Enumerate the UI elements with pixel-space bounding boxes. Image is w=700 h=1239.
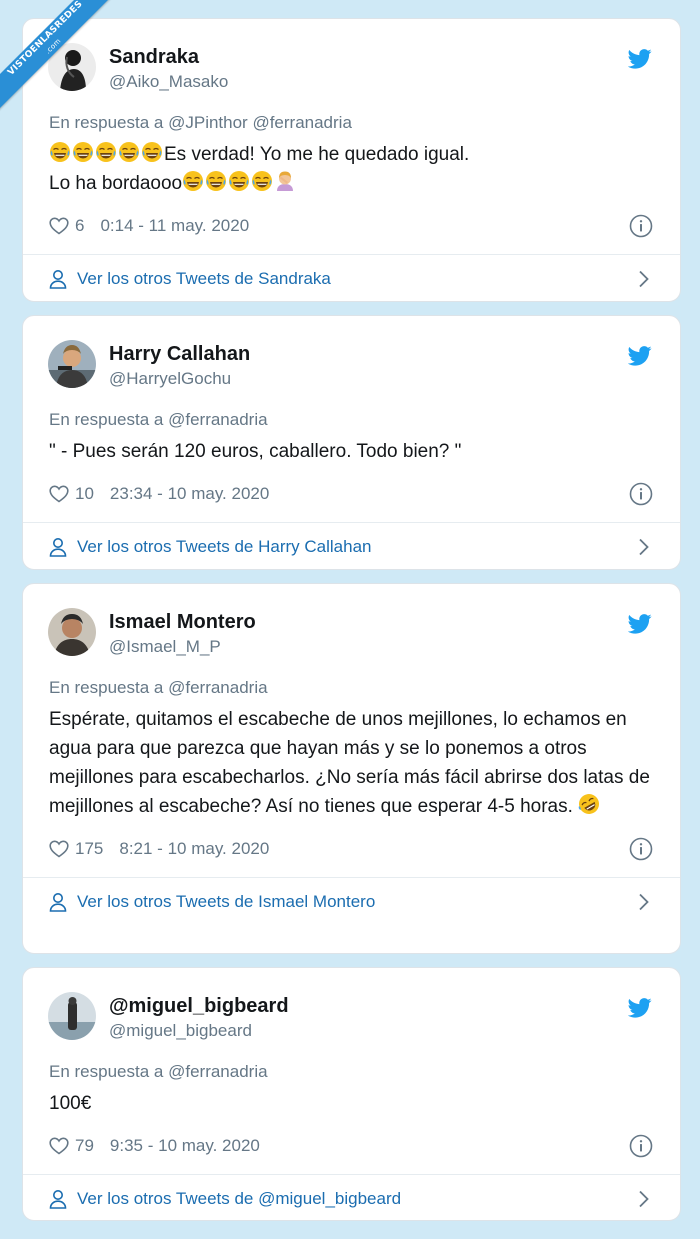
tweet-header: Harry Callahan @HarryelGochu [23,316,680,396]
twitter-bird-icon[interactable] [628,49,652,69]
rofl-emoji-icon [578,793,600,815]
avatar[interactable] [48,340,96,388]
reply-prefix: En respuesta a [49,1062,164,1081]
reply-mentions[interactable]: @ferranadria [168,678,267,697]
info-icon[interactable] [629,214,653,238]
tweet-header: @miguel_bigbeard @miguel_bigbeard [23,968,680,1048]
display-name[interactable]: @miguel_bigbeard [109,995,289,1018]
more-tweets-label: Ver los otros Tweets de Harry Callahan [77,536,372,556]
joy-emoji-icon [118,141,140,163]
chevron-right-icon [638,893,650,911]
more-tweets-label: Ver los otros Tweets de Ismael Montero [77,891,376,911]
joy-emoji-icon [95,141,117,163]
tweet-meta: 6 0:14 - 11 may. 2020 [23,198,680,254]
display-name[interactable]: Sandraka [109,46,199,69]
more-tweets-label: Ver los otros Tweets de Sandraka [77,268,331,288]
timestamp[interactable]: 23:34 - 10 may. 2020 [110,484,269,504]
joy-emoji-icon [251,170,273,192]
user-handle[interactable]: @miguel_bigbeard [109,1021,252,1041]
person-icon [49,1189,67,1209]
timestamp[interactable]: 9:35 - 10 may. 2020 [110,1136,260,1156]
joy-emoji-icon [182,170,204,192]
display-name[interactable]: Harry Callahan [109,343,250,366]
tweet-card[interactable]: @miguel_bigbeard @miguel_bigbeard En res… [22,967,681,1221]
joy-emoji-icon [228,170,250,192]
heart-icon[interactable] [49,1137,69,1155]
more-tweets-link[interactable]: Ver los otros Tweets de @miguel_bigbeard [23,1174,680,1221]
reply-prefix: En respuesta a [49,678,164,697]
reply-context: En respuesta a @ferranadria [49,409,680,431]
heart-icon[interactable] [49,485,69,503]
user-handle[interactable]: @Ismael_M_P [109,637,221,657]
tweet-meta: 175 8:21 - 10 may. 2020 [23,821,680,877]
like-count: 79 [75,1136,94,1155]
avatar[interactable] [48,992,96,1040]
user-handle[interactable]: @HarryelGochu [109,369,231,389]
reply-prefix: En respuesta a [49,410,164,429]
chevron-right-icon [638,1190,650,1208]
watermark-logo: VISTOENLASREDES .com [0,0,120,118]
reply-mentions[interactable]: @JPinthor @ferranadria [168,113,352,132]
tweet-text-line: Lo ha bordaooo [49,173,183,194]
chevron-right-icon [638,270,650,288]
tweet-text: 100€ [49,1093,92,1114]
like-count: 175 [75,839,104,858]
more-tweets-link[interactable]: Ver los otros Tweets de Sandraka [23,254,680,302]
like-count: 10 [75,484,94,503]
person-icon [49,269,67,289]
tweet-text-line: Es verdad! Yo me he quedado igual. [164,144,470,165]
tweet-meta: 79 9:35 - 10 may. 2020 [23,1118,680,1174]
more-tweets-label: Ver los otros Tweets de @miguel_bigbeard [77,1188,402,1208]
twitter-bird-icon[interactable] [628,346,652,366]
reply-context: En respuesta a @ferranadria [49,1061,680,1083]
user-handle[interactable]: @Aiko_Masako [109,72,228,92]
display-name[interactable]: Ismael Montero [109,611,256,634]
watermark-ribbon: VISTOENLASREDES .com [0,0,120,120]
timestamp[interactable]: 0:14 - 11 may. 2020 [100,216,249,236]
heart-icon[interactable] [49,840,69,858]
facepalm-emoji-icon [274,170,296,192]
reply-mentions[interactable]: @ferranadria [168,1062,267,1081]
reply-mentions[interactable]: @ferranadria [168,410,267,429]
tweet-card[interactable]: Harry Callahan @HarryelGochu En respuest… [22,315,681,570]
joy-emoji-icon [205,170,227,192]
tweet-card[interactable]: Sandraka @Aiko_Masako En respuesta a @JP… [22,18,681,302]
tweet-header: Sandraka @Aiko_Masako [23,19,680,99]
info-icon[interactable] [629,837,653,861]
joy-emoji-icon [49,141,71,163]
person-icon [49,892,67,912]
reply-context: En respuesta a @JPinthor @ferranadria [49,112,680,134]
twitter-bird-icon[interactable] [628,998,652,1018]
joy-emoji-icon [141,141,163,163]
avatar[interactable] [48,608,96,656]
info-icon[interactable] [629,482,653,506]
info-icon[interactable] [629,1134,653,1158]
more-tweets-link[interactable]: Ver los otros Tweets de Ismael Montero [23,877,680,925]
tweet-text: Es verdad! Yo me he quedado igual. Lo ha… [49,140,652,198]
more-tweets-link[interactable]: Ver los otros Tweets de Harry Callahan [23,522,680,570]
tweet-text-body: Espérate, quitamos el escabeche de unos … [49,709,650,817]
like-count: 6 [75,216,85,235]
heart-icon[interactable] [49,217,69,235]
joy-emoji-icon [72,141,94,163]
person-icon [49,537,67,557]
tweet-header: Ismael Montero @Ismael_M_P [23,584,680,664]
twitter-bird-icon[interactable] [628,614,652,634]
timestamp[interactable]: 8:21 - 10 may. 2020 [119,839,269,859]
tweet-meta: 10 23:34 - 10 may. 2020 [23,466,680,522]
chevron-right-icon [638,538,650,556]
tweet-text: Espérate, quitamos el escabeche de unos … [49,705,652,821]
tweet-text: " - Pues serán 120 euros, caballero. Tod… [49,441,462,462]
reply-context: En respuesta a @ferranadria [49,677,680,699]
tweet-card[interactable]: Ismael Montero @Ismael_M_P En respuesta … [22,583,681,954]
